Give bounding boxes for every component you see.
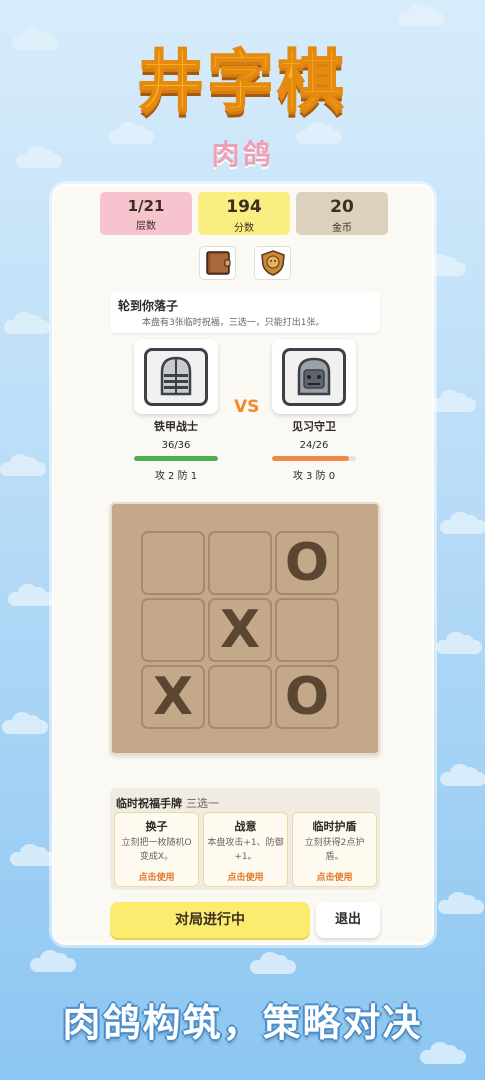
- game-title: 井字棋: [137, 42, 348, 121]
- enemy-name: 见习守卫: [292, 420, 336, 433]
- book-icon: [205, 251, 230, 275]
- enemy-portrait: [272, 339, 356, 414]
- player-name: 铁甲战士: [154, 420, 198, 433]
- shield-button[interactable]: [254, 246, 291, 280]
- blessing-hand: 临时祝福手牌 三选一 换子 立刻把一枚随机O变成X。 点击使用 战意 本盘攻击+1…: [110, 788, 380, 890]
- exit-button[interactable]: 退出: [316, 902, 380, 938]
- enemy-hp: 24/26: [299, 440, 329, 451]
- turn-description: 本盘有3张临时祝福，三选一，只能打出1张。: [142, 318, 325, 328]
- board-cell-0[interactable]: [141, 531, 205, 595]
- card-name: 换子: [145, 820, 168, 833]
- player-portrait: [134, 339, 218, 414]
- stats-row: 1/21 层数 194 分数 20 金币: [100, 192, 388, 235]
- player-fighter: 铁甲战士 36/36 攻 2 防 1: [134, 339, 218, 482]
- player-hp-bar: [134, 456, 218, 461]
- card-use-button[interactable]: 点击使用: [293, 870, 376, 883]
- vs-label: VS: [234, 397, 260, 417]
- tic-tac-toe-board: O X X O: [110, 502, 380, 755]
- card-effect: 立刻获得2点护盾。: [304, 838, 365, 862]
- coins-stat: 20 金币: [296, 192, 388, 235]
- game-subtitle: 肉鸽: [211, 138, 274, 171]
- hand-subtitle: 三选一: [186, 797, 219, 810]
- board-cell-8[interactable]: O: [275, 665, 339, 729]
- floor-label: 层数: [136, 221, 156, 232]
- hand-title: 临时祝福手牌 三选一: [116, 795, 219, 811]
- lion-shield-icon: [260, 250, 285, 276]
- card-effect: 本盘攻击+1、防御+1。: [207, 838, 284, 862]
- board-cell-2[interactable]: O: [275, 531, 339, 595]
- turn-title: 轮到你落子: [118, 299, 179, 313]
- slogan: 肉鸽构筑，策略对决: [62, 1001, 423, 1045]
- board-cell-3[interactable]: [141, 598, 205, 662]
- match-status-button[interactable]: 对局进行中: [110, 902, 310, 938]
- floor-stat: 1/21 层数: [100, 192, 192, 235]
- card-effect: 立刻把一枚随机O变成X。: [121, 838, 192, 862]
- card-use-button[interactable]: 点击使用: [115, 870, 198, 883]
- score-value: 194: [226, 197, 262, 217]
- board-cell-4[interactable]: X: [208, 598, 272, 662]
- player-stats: 攻 2 防 1: [154, 471, 198, 482]
- game-panel: 1/21 层数 194 分数 20 金币 轮到你落子 本盘有3张临时祝福，三选一…: [52, 184, 434, 945]
- board-cell-1[interactable]: [208, 531, 272, 595]
- turn-banner: 轮到你落子 本盘有3张临时祝福，三选一，只能打出1张。: [110, 291, 380, 333]
- floor-value: 1/21: [127, 197, 165, 215]
- score-label: 分数: [234, 223, 254, 234]
- book-button[interactable]: [199, 246, 236, 280]
- hand-title-text: 临时祝福手牌: [116, 797, 182, 810]
- coins-label: 金币: [332, 223, 352, 234]
- card-use-button[interactable]: 点击使用: [204, 870, 287, 883]
- blessing-card-swap[interactable]: 换子 立刻把一枚随机O变成X。 点击使用: [114, 812, 199, 887]
- coins-value: 20: [330, 197, 354, 217]
- enemy-stats: 攻 3 防 0: [292, 471, 336, 482]
- card-name: 临时护盾: [312, 820, 357, 833]
- knight-helmet-icon: [160, 356, 192, 395]
- blessing-card-temp-shield[interactable]: 临时护盾 立刻获得2点护盾。 点击使用: [292, 812, 377, 887]
- guard-helmet-icon: [297, 357, 331, 395]
- enemy-hp-bar: [272, 456, 356, 461]
- enemy-fighter: 见习守卫 24/26 攻 3 防 0: [272, 339, 356, 482]
- player-hp-fill: [134, 456, 218, 461]
- board-cell-7[interactable]: [208, 665, 272, 729]
- item-icons: [199, 246, 291, 280]
- blessing-card-fighting-spirit[interactable]: 战意 本盘攻击+1、防御+1。 点击使用: [203, 812, 288, 887]
- score-stat: 194 分数: [198, 192, 290, 235]
- card-name: 战意: [234, 820, 257, 833]
- board-cell-6[interactable]: X: [141, 665, 205, 729]
- player-hp: 36/36: [161, 440, 191, 451]
- enemy-hp-fill: [272, 456, 350, 461]
- board-cell-5[interactable]: [275, 598, 339, 662]
